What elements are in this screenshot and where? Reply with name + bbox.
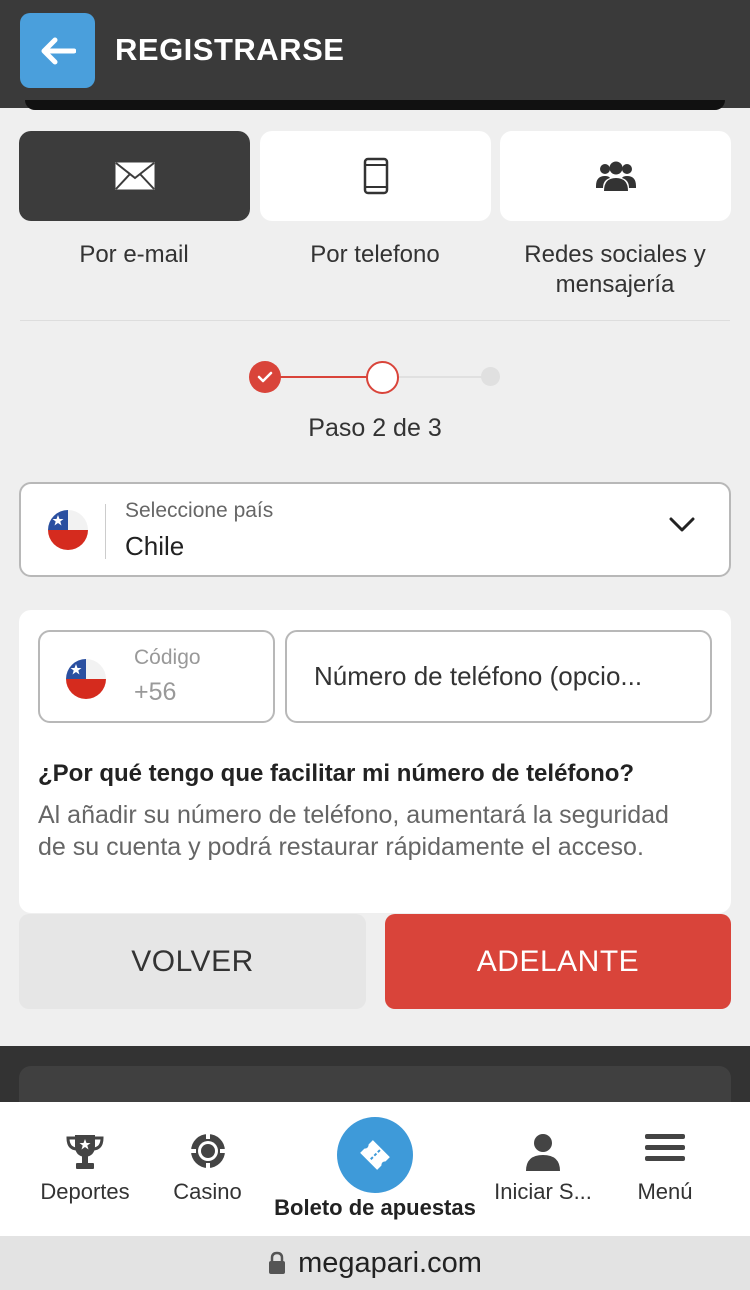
nav-sports-label: Deportes [40,1179,130,1204]
country-select[interactable]: Seleccione país Chile [19,482,731,577]
nav-sports[interactable]: Deportes [30,1102,140,1236]
tab-phone-label: Por telefono [310,241,440,268]
country-label: Seleccione país [125,499,274,522]
browser-url-bar[interactable]: megapari.com [0,1236,750,1290]
step-1-done [249,361,281,393]
code-value: +56 [134,678,177,706]
country-value: Chile [125,531,185,561]
nav-login-label: Iniciar S... [494,1179,592,1204]
nav-casino[interactable]: Casino [160,1102,255,1236]
back-step-button[interactable]: VOLVER [19,914,366,1009]
chile-flag-icon [48,510,88,550]
tab-email[interactable] [19,131,250,221]
phone-icon [363,157,388,195]
step-2-current [366,361,399,394]
phone-info-title: ¿Por qué tengo que facilitar mi número d… [38,760,635,787]
stepper-progress-line [265,376,382,378]
hamburger-menu-icon [645,1134,685,1161]
bottom-nav: Deportes Casino Boleto de apuestas Inici… [0,1102,750,1236]
phone-info-text: Al añadir su número de teléfono, aumenta… [38,801,669,861]
top-bar: REGISTRARSE [0,0,750,108]
country-code-field[interactable]: Código +56 [38,630,275,723]
arrow-left-icon [41,37,76,64]
url-domain: megapari.com [298,1246,482,1279]
footer-card [19,1066,731,1106]
divider [20,320,730,321]
code-label: Código [134,646,201,669]
step-3-pending [481,367,500,386]
tab-social[interactable] [500,131,731,221]
check-icon [257,371,273,383]
bet-slip-label: Boleto de apuestas [274,1195,476,1220]
nav-login[interactable]: Iniciar S... [488,1102,598,1236]
stepper-text: Paso 2 de 3 [308,414,442,442]
ticket-icon [360,1140,390,1170]
users-icon [595,161,636,191]
phone-number-input[interactable] [285,630,712,723]
tab-email-label: Por e-mail [79,241,189,268]
trophy-icon [66,1135,104,1169]
chevron-down-icon [669,517,695,532]
phone-section: Código +56 ¿Por qué tengo que facilitar … [19,610,731,913]
nav-casino-label: Casino [173,1179,242,1204]
header-edge [25,100,725,110]
chile-flag-icon [66,659,106,699]
next-step-button[interactable]: ADELANTE [385,914,731,1009]
tab-social-label: Redes sociales y mensajería [524,241,706,298]
tab-phone[interactable] [260,131,491,221]
page-title: REGISTRARSE [115,32,345,67]
select-separator [105,504,106,559]
nav-menu[interactable]: Menú [620,1102,710,1236]
nav-menu-label: Menú [637,1179,693,1204]
back-button[interactable] [20,13,95,88]
user-icon [526,1134,560,1171]
lock-icon [269,1251,286,1274]
envelope-icon [114,162,155,190]
bet-slip-button[interactable] [337,1117,413,1193]
casino-chip-icon [189,1133,226,1169]
